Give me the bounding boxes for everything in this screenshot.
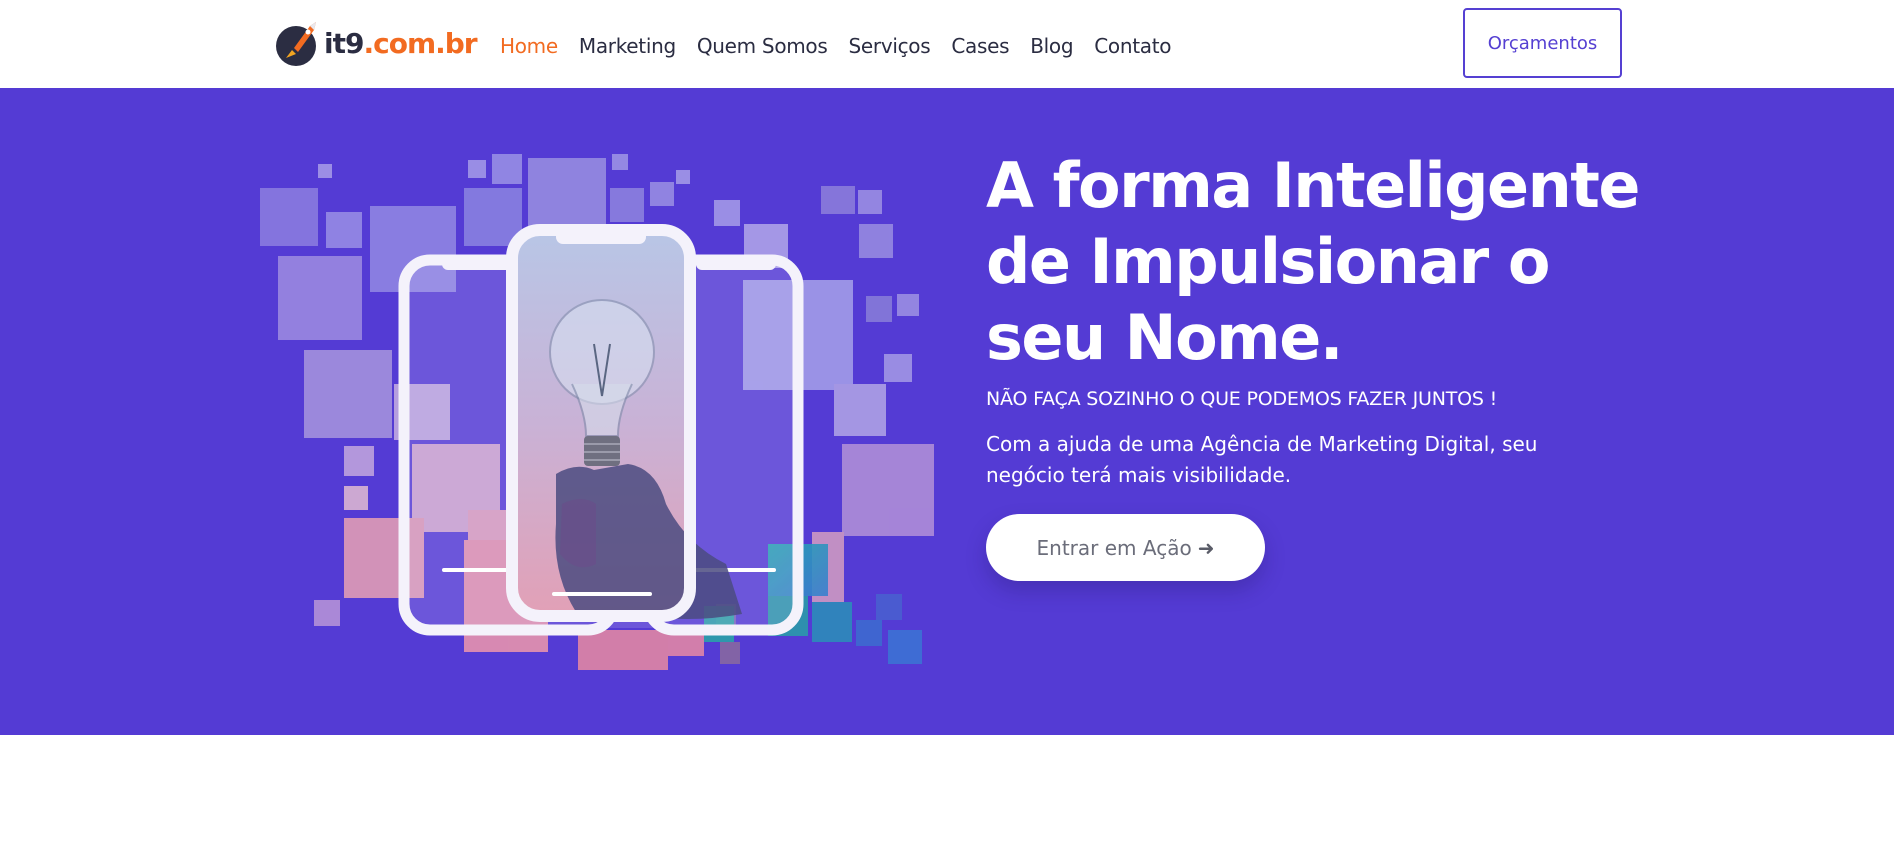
nav-contato[interactable]: Contato <box>1094 34 1171 58</box>
logo-wordmark: it9.com.br <box>324 26 478 60</box>
nav-marketing[interactable]: Marketing <box>579 34 676 58</box>
nav-cases[interactable]: Cases <box>951 34 1009 58</box>
nav-quem-somos[interactable]: Quem Somos <box>697 34 828 58</box>
hero-subtitle: NÃO FAÇA SOZINHO O QUE PODEMOS FAZER JUN… <box>986 388 1497 410</box>
entrar-em-acao-button[interactable]: Entrar em Ação ➜ <box>986 514 1265 581</box>
arrow-right-icon: ➜ <box>1197 535 1215 560</box>
hero-section: A forma Inteligente de Impulsionar o seu… <box>0 88 1894 735</box>
hero-content: A forma Inteligente de Impulsionar o seu… <box>986 148 1646 581</box>
hero-illustration <box>256 144 936 682</box>
cta-label: Entrar em Ação <box>1036 535 1192 560</box>
page-body <box>0 735 1894 861</box>
logo-it9: it9 <box>324 26 364 60</box>
hero-title-line-3: seu Nome. <box>986 301 1343 374</box>
main-nav: Home Marketing Quem Somos Serviços Cases… <box>500 34 1192 58</box>
hero-title-line-1: A forma Inteligente <box>986 149 1640 222</box>
orcamentos-button[interactable]: Orçamentos <box>1463 8 1622 78</box>
logo-domain: .com.br <box>363 26 477 60</box>
phones-lightbulb-illustration <box>260 154 934 670</box>
nav-home[interactable]: Home <box>500 34 558 58</box>
hero-title: A forma Inteligente de Impulsionar o seu… <box>986 148 1646 376</box>
nav-blog[interactable]: Blog <box>1030 34 1073 58</box>
hero-description: Com a ajuda de uma Agência de Marketing … <box>986 432 1538 487</box>
rocket-logo-icon <box>276 22 316 66</box>
site-header: it9.com.br Home Marketing Quem Somos Ser… <box>0 0 1894 88</box>
site-logo[interactable]: it9.com.br <box>274 16 478 70</box>
nav-servicos[interactable]: Serviços <box>849 34 931 58</box>
hero-title-line-2: de Impulsionar o <box>986 225 1550 298</box>
